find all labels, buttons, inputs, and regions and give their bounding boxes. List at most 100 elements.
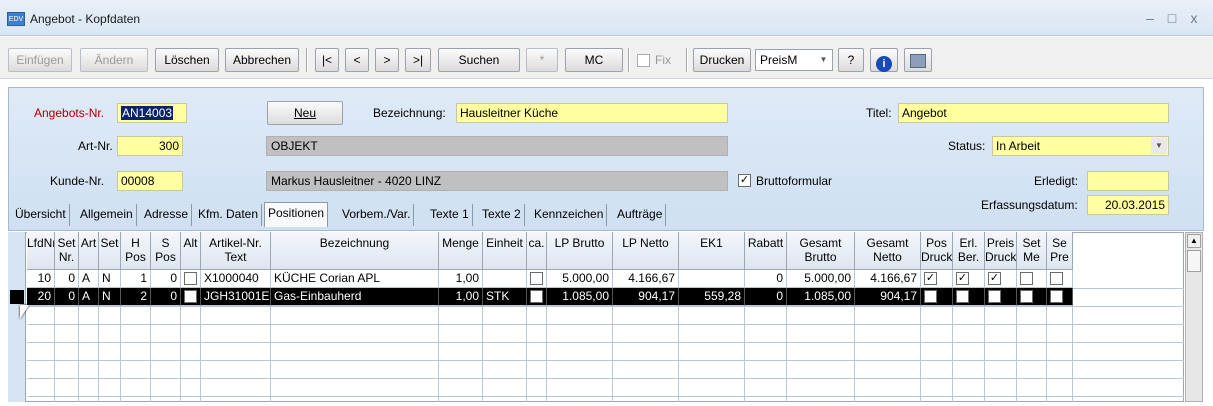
tab-kennzeichen[interactable]: Kennzeichen bbox=[531, 204, 608, 226]
column-header[interactable]: Pos Druck bbox=[921, 232, 953, 270]
row-checkbox[interactable]: ✓ bbox=[924, 272, 937, 285]
suchen-button[interactable]: Suchen bbox=[438, 48, 520, 72]
row-checkbox[interactable]: ✓ bbox=[956, 272, 969, 285]
fix-checkbox[interactable] bbox=[637, 54, 650, 67]
checkbox-cell[interactable]: ✓ bbox=[921, 288, 953, 306]
maximize-button[interactable]: □ bbox=[1164, 10, 1180, 26]
calculator-button[interactable] bbox=[904, 48, 932, 72]
table-cell[interactable]: 0 bbox=[745, 270, 787, 288]
table-cell[interactable]: 1.085,00 bbox=[787, 288, 855, 306]
last-record-button[interactable]: >| bbox=[405, 48, 431, 72]
table-cell[interactable]: X1000040 bbox=[201, 270, 271, 288]
column-header[interactable]: Se Pre bbox=[1047, 232, 1073, 270]
column-header[interactable]: LP Brutto bbox=[547, 232, 613, 270]
row-checkbox[interactable] bbox=[184, 290, 197, 303]
column-header[interactable]: Gesamt Netto bbox=[855, 232, 921, 270]
checkbox-cell[interactable]: ✓ bbox=[985, 288, 1017, 306]
tab-texte-2[interactable]: Texte 2 bbox=[479, 204, 525, 226]
table-cell[interactable]: A bbox=[79, 270, 99, 288]
checkbox-cell[interactable] bbox=[1047, 288, 1073, 306]
table-cell[interactable]: 904,17 bbox=[613, 288, 679, 306]
column-header[interactable]: Art bbox=[79, 232, 99, 270]
column-header[interactable]: Erl. Ber. bbox=[953, 232, 985, 270]
scroll-thumb[interactable] bbox=[1187, 250, 1201, 272]
abbrechen-button[interactable]: Abbrechen bbox=[225, 48, 299, 72]
row-checkbox[interactable] bbox=[1020, 290, 1033, 303]
bruttoformular-checkbox[interactable]: ✓ bbox=[738, 174, 751, 187]
table-cell[interactable]: KÜCHE Corian APL bbox=[271, 270, 439, 288]
checkbox-cell[interactable]: ✓ bbox=[985, 270, 1017, 288]
prev-record-button[interactable]: < bbox=[345, 48, 369, 72]
tab-adresse[interactable]: Adresse bbox=[141, 204, 193, 226]
column-header[interactable]: Set bbox=[99, 232, 121, 270]
row-checkbox[interactable]: ✓ bbox=[988, 272, 1001, 285]
tab-kfm-daten[interactable]: Kfm. Daten bbox=[195, 204, 263, 226]
column-header[interactable]: H Pos bbox=[121, 232, 151, 270]
column-header[interactable]: EK1 bbox=[679, 232, 745, 270]
chevron-down-icon[interactable]: ▼ bbox=[816, 51, 831, 69]
column-header[interactable]: Artikel-Nr. Text bbox=[201, 232, 271, 270]
table-cell[interactable] bbox=[679, 270, 745, 288]
mc-button[interactable]: MC bbox=[565, 48, 623, 72]
table-cell[interactable]: 0 bbox=[55, 270, 79, 288]
column-header[interactable]: Einheit bbox=[483, 232, 527, 270]
table-cell[interactable]: 1,00 bbox=[439, 288, 483, 306]
checkbox-cell[interactable]: ✓ bbox=[953, 288, 985, 306]
table-cell[interactable]: 5.000,00 bbox=[547, 270, 613, 288]
table-cell[interactable]: N bbox=[99, 288, 121, 306]
bezeichnung-field[interactable]: Hausleitner Küche bbox=[456, 103, 728, 123]
row-checkbox[interactable] bbox=[1020, 272, 1033, 285]
column-header[interactable]: Rabatt bbox=[745, 232, 787, 270]
tab-texte-1[interactable]: Texte 1 bbox=[427, 204, 473, 226]
column-header[interactable]: Set Me bbox=[1017, 232, 1047, 270]
aendern-button[interactable]: Ändern bbox=[80, 48, 148, 72]
tab-auftraege[interactable]: Aufträge bbox=[614, 204, 667, 226]
table-cell[interactable]: 4.166,67 bbox=[613, 270, 679, 288]
column-header[interactable]: LfdNr bbox=[27, 232, 55, 270]
table-cell[interactable]: 1 bbox=[121, 270, 151, 288]
einfuegen-button[interactable]: Einfügen bbox=[8, 48, 72, 72]
drucken-button[interactable]: Drucken bbox=[693, 48, 751, 72]
scroll-up-icon[interactable]: ▲ bbox=[1187, 234, 1201, 248]
checkbox-cell[interactable] bbox=[181, 288, 201, 306]
row-checkbox[interactable]: ✓ bbox=[956, 290, 969, 303]
table-cell[interactable]: 2 bbox=[121, 288, 151, 306]
column-header[interactable]: Bezeichnung bbox=[271, 232, 439, 270]
table-cell[interactable]: 0 bbox=[55, 288, 79, 306]
table-cell[interactable]: 1,00 bbox=[439, 270, 483, 288]
table-cell[interactable]: A bbox=[79, 288, 99, 306]
column-header[interactable]: Set Nr. bbox=[55, 232, 79, 270]
checkbox-cell[interactable]: ✓ bbox=[921, 270, 953, 288]
row-checkbox[interactable] bbox=[530, 272, 543, 285]
checkbox-cell[interactable] bbox=[1017, 270, 1047, 288]
checkbox-cell[interactable]: ✓ bbox=[953, 270, 985, 288]
preis-select[interactable]: PreisM ▼ bbox=[755, 49, 833, 71]
column-header[interactable]: Menge bbox=[439, 232, 483, 270]
close-button[interactable]: x bbox=[1186, 10, 1202, 26]
table-cell[interactable] bbox=[483, 270, 527, 288]
column-header[interactable]: Preis Druck bbox=[985, 232, 1017, 270]
table-cell[interactable]: 10 bbox=[27, 270, 55, 288]
checkbox-cell[interactable] bbox=[527, 288, 547, 306]
table-cell[interactable]: 0 bbox=[151, 288, 181, 306]
neu-button[interactable]: Neu bbox=[267, 101, 343, 125]
checkbox-cell[interactable] bbox=[1017, 288, 1047, 306]
table-cell[interactable]: Gas-Einbauherd bbox=[271, 288, 439, 306]
info-button[interactable]: i bbox=[870, 48, 898, 72]
help-button[interactable]: ? bbox=[838, 48, 864, 72]
table-cell[interactable]: 5.000,00 bbox=[787, 270, 855, 288]
table-cell[interactable]: 904,17 bbox=[855, 288, 921, 306]
kunde-nr-field[interactable]: 00008 bbox=[117, 171, 183, 191]
table-cell[interactable]: N bbox=[99, 270, 121, 288]
row-checkbox[interactable]: ✓ bbox=[988, 290, 1001, 303]
first-record-button[interactable]: |< bbox=[315, 48, 339, 72]
row-checkbox[interactable] bbox=[530, 290, 543, 303]
erledigt-field[interactable] bbox=[1087, 171, 1169, 191]
titel-field[interactable]: Angebot bbox=[898, 103, 1169, 123]
table-cell[interactable]: 20 bbox=[27, 288, 55, 306]
table-cell[interactable]: 1.085,00 bbox=[547, 288, 613, 306]
row-checkbox[interactable]: ✓ bbox=[924, 290, 937, 303]
column-header[interactable]: S Pos bbox=[151, 232, 181, 270]
erfassungsdatum-field[interactable]: 20.03.2015 bbox=[1087, 195, 1169, 215]
checkbox-cell[interactable] bbox=[527, 270, 547, 288]
